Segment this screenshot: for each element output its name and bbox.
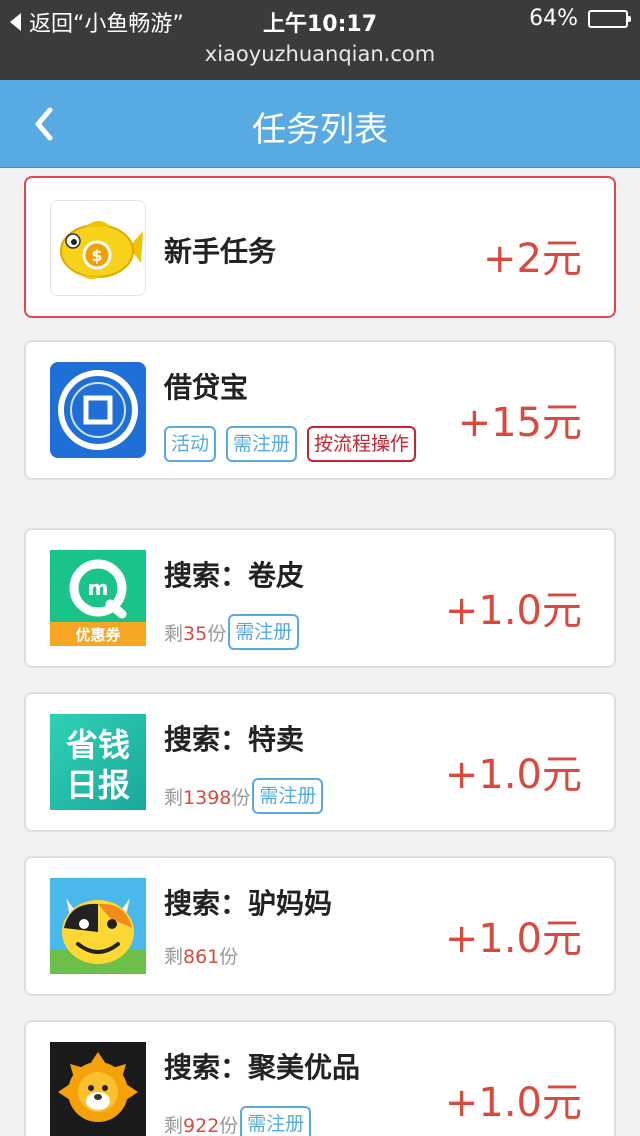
svg-text:省钱: 省钱 — [66, 726, 130, 764]
task-reward: +1.0元 — [444, 916, 582, 962]
task-meta: 剩861份 — [164, 942, 238, 969]
jumei-lion-icon — [50, 1042, 146, 1136]
svg-text:日报: 日报 — [66, 766, 130, 804]
task-title: 借贷宝 — [164, 371, 249, 404]
shengqian-ribao-icon: 省钱 日报 — [50, 714, 146, 810]
nav-bar: 任务列表 — [0, 80, 640, 168]
tag-register: 需注册 — [240, 1106, 312, 1136]
task-reward: +1.0元 — [444, 1080, 582, 1126]
back-triangle-icon — [10, 13, 21, 31]
lvmama-cow-icon — [50, 878, 146, 974]
task-card-jiedaibao[interactable]: 借贷宝 活动 需注册 按流程操作 +15元 — [24, 340, 616, 480]
battery-percent: 64% — [529, 6, 578, 31]
task-title: 新手任务 — [164, 235, 277, 268]
tag-follow-process: 按流程操作 — [307, 426, 417, 462]
tag-register: 需注册 — [226, 426, 298, 462]
juanpi-icon: m 优惠券 — [50, 550, 146, 646]
task-reward: +2元 — [483, 236, 582, 282]
svg-text:优惠券: 优惠券 — [75, 626, 121, 644]
task-title: 搜索：特卖 — [164, 723, 305, 756]
svg-text:m: m — [88, 576, 109, 600]
task-reward: +15元 — [457, 400, 582, 446]
return-app-label: 返回“小鱼畅游” — [29, 12, 184, 37]
remaining-count: 剩861份 — [164, 946, 239, 968]
task-card-juanpi[interactable]: m 优惠券 搜索：卷皮 剩35份 需注册 +1.0元 — [24, 528, 616, 668]
task-title: 搜索：聚美优品 — [164, 1051, 361, 1084]
remaining-count: 剩35份 — [164, 622, 227, 645]
url-bar[interactable]: xiaoyuzhuanqian.com — [0, 40, 640, 80]
back-chevron-icon — [35, 107, 53, 141]
task-card-temai[interactable]: 省钱 日报 搜索：特卖 剩1398份 需注册 +1.0元 — [24, 692, 616, 832]
task-reward: +1.0元 — [444, 752, 582, 798]
tag-register: 需注册 — [228, 614, 300, 650]
battery-indicator: 64% — [529, 6, 631, 31]
task-title: 搜索：卷皮 — [164, 559, 305, 592]
return-to-app-button[interactable]: 返回“小鱼畅游” — [10, 6, 184, 38]
remaining-count: 剩1398份 — [164, 786, 251, 809]
remaining-count: 剩922份 — [164, 1114, 239, 1136]
task-meta: 剩35份 需注册 — [164, 614, 300, 650]
page-title: 任务列表 — [252, 110, 388, 150]
battery-icon — [588, 9, 631, 28]
jiedaibao-icon — [50, 362, 146, 458]
tag-register: 需注册 — [252, 778, 324, 814]
status-bar: 返回“小鱼畅游” 上午10:17 64% — [0, 0, 640, 40]
back-button[interactable] — [26, 102, 70, 146]
task-card-newbie[interactable]: $ 新手任务 +2元 — [24, 176, 616, 318]
task-card-lvmama[interactable]: 搜索：驴妈妈 剩861份 +1.0元 — [24, 856, 616, 996]
svg-text:$: $ — [91, 246, 102, 265]
task-meta: 剩922份 需注册 — [164, 1106, 312, 1136]
task-card-jumei[interactable]: 搜索：聚美优品 剩922份 需注册 +1.0元 — [24, 1020, 616, 1136]
task-reward: +1.0元 — [444, 588, 582, 634]
task-meta: 剩1398份 需注册 — [164, 778, 324, 814]
tag-activity: 活动 — [164, 426, 217, 462]
goldfish-coin-icon: $ — [50, 200, 146, 296]
task-tags: 活动 需注册 按流程操作 — [164, 426, 417, 462]
task-title: 搜索：驴妈妈 — [164, 887, 333, 920]
